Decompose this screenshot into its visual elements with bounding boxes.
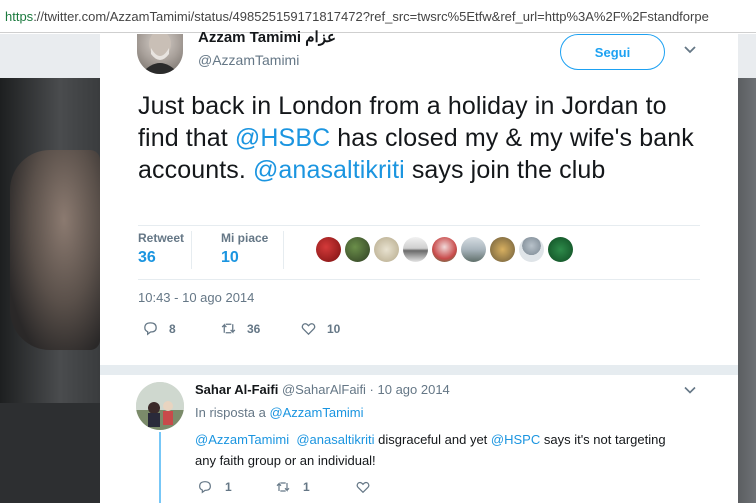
tweet-text-part: says join the club <box>404 156 606 184</box>
likes-stat[interactable]: Mi piace 10 <box>221 231 268 267</box>
reply-author-name[interactable]: Sahar Al-Faifi <box>195 382 278 397</box>
like-action-count: 10 <box>327 321 341 336</box>
liker-avatar[interactable] <box>461 237 486 262</box>
reply-context-prefix: In risposta a <box>195 405 270 420</box>
heart-icon <box>301 323 316 336</box>
thread-line <box>159 432 161 503</box>
reply-count: 8 <box>169 321 176 336</box>
reply-like-button[interactable] <box>355 479 383 495</box>
tweet-modal: Azzam Tamimi عزام @AzzamTamimi Segui Jus… <box>100 29 738 503</box>
reply-text: @AzzamTamimi @anasaltikriti disgraceful … <box>195 429 675 471</box>
separator <box>138 279 700 280</box>
reply-header: Sahar Al-Faifi @SaharAlFaifi · 10 ago 20… <box>195 382 450 397</box>
mention-link[interactable]: @AzzamTamimi <box>269 405 363 420</box>
liker-avatar[interactable] <box>345 237 370 262</box>
liker-avatar[interactable] <box>374 237 399 262</box>
liker-avatar[interactable] <box>519 237 544 262</box>
reply-icon <box>144 322 157 336</box>
author-name[interactable]: Azzam Tamimi عزام <box>198 28 336 46</box>
retweet-icon <box>276 482 290 492</box>
retweet-stat[interactable]: Retweet 36 <box>138 231 184 267</box>
like-button[interactable]: 10 <box>300 320 340 337</box>
liker-avatar[interactable] <box>490 237 515 262</box>
mention-link[interactable]: @HSBC <box>235 124 330 152</box>
reply-retweet-button[interactable]: 1 <box>275 479 310 495</box>
author-handle[interactable]: @AzzamTamimi <box>198 52 299 68</box>
likes-stat-label: Mi piace <box>221 231 269 245</box>
liker-avatar[interactable] <box>432 237 457 262</box>
heart-icon <box>356 481 370 494</box>
chevron-down-icon[interactable] <box>683 383 697 397</box>
mention-link[interactable]: @anasaltikriti <box>296 432 374 447</box>
tweet-stats: Retweet 36 Mi piace 10 <box>138 231 698 273</box>
retweet-button[interactable]: 36 <box>220 320 260 337</box>
reply-text-part: disgraceful and yet <box>374 432 491 447</box>
address-bar[interactable]: https://twitter.com/AzzamTamimi/status/4… <box>0 0 756 33</box>
retweet-stat-count: 36 <box>138 249 156 266</box>
url-scheme: https <box>5 9 34 24</box>
background-photo-bottom <box>0 403 100 503</box>
retweet-stat-label: Retweet <box>138 231 185 245</box>
reply-reply-button[interactable]: 1 <box>197 479 232 495</box>
mention-link[interactable]: @anasaltikriti <box>253 156 405 184</box>
reply-author-meta[interactable]: @SaharAlFaifi · 10 ago 2014 <box>278 382 450 397</box>
tweet-timestamp[interactable]: 10:43 - 10 ago 2014 <box>138 290 254 305</box>
retweet-icon <box>221 323 236 334</box>
stat-divider <box>283 231 284 269</box>
reply-avatar[interactable] <box>136 382 184 430</box>
reply-context: In risposta a @AzzamTamimi <box>195 405 364 420</box>
reply-button[interactable]: 8 <box>142 320 176 337</box>
reply-retweet-count: 1 <box>303 480 310 494</box>
tweet-text: Just back in London from a holiday in Jo… <box>138 90 708 186</box>
stat-divider <box>191 231 192 269</box>
chevron-down-icon[interactable] <box>682 42 698 58</box>
likes-stat-count: 10 <box>221 249 239 266</box>
mention-link[interactable]: @HSPC <box>491 432 540 447</box>
liker-avatar[interactable] <box>403 237 428 262</box>
follow-button[interactable]: Segui <box>560 34 665 70</box>
url-path: ://twitter.com/AzzamTamimi/status/498525… <box>33 9 709 24</box>
separator <box>138 225 700 226</box>
reply-reply-count: 1 <box>225 480 232 494</box>
liker-avatar[interactable] <box>548 237 573 262</box>
author-avatar[interactable] <box>137 34 183 74</box>
retweet-action-count: 36 <box>247 321 261 336</box>
url-text[interactable]: https://twitter.com/AzzamTamimi/status/4… <box>5 9 756 24</box>
background-portrait <box>10 150 100 350</box>
liker-avatar[interactable] <box>316 237 341 262</box>
reply-icon <box>199 481 211 494</box>
section-divider <box>100 365 738 375</box>
mention-link[interactable]: @AzzamTamimi <box>195 432 289 447</box>
background-photo-right <box>738 78 756 503</box>
